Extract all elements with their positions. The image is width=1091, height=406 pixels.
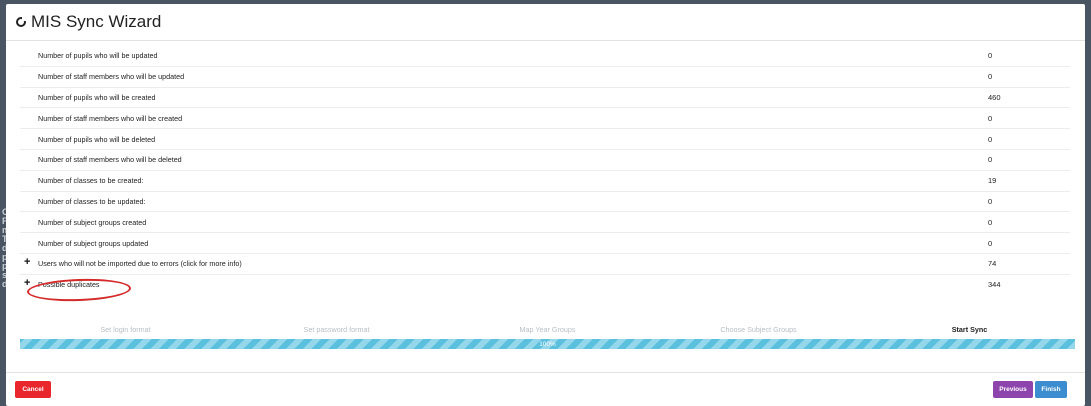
wizard-step: Choose Subject Groups	[720, 325, 797, 334]
stat-label-text: Number of staff members who will be upda…	[38, 72, 185, 82]
cancel-button[interactable]: Cancel	[15, 381, 51, 398]
progress-fill: 100%	[20, 339, 1075, 349]
sync-circle-icon	[16, 16, 27, 27]
stat-value: 0	[988, 50, 993, 60]
stat-row: Number of classes to be created: 19	[20, 169, 1070, 191]
stat-value: 0	[988, 134, 993, 144]
stat-row: Number of staff members who will be dele…	[20, 148, 1070, 170]
expand-plus-icon[interactable]: +	[24, 256, 30, 268]
stat-row: Number of pupils who will be created 460	[20, 86, 1070, 108]
stat-label: Number of staff members who will be crea…	[20, 114, 970, 123]
stat-label-text: Number of pupils who will be updated	[38, 50, 158, 60]
stat-value: 0	[988, 155, 993, 165]
wizard-step: Set login format	[100, 325, 151, 334]
stat-label: Number of pupils who will be deleted	[20, 135, 970, 144]
stat-label-text: Number of staff members who will be dele…	[38, 155, 182, 165]
stat-label-text: Number of subject groups updated	[38, 238, 149, 248]
stat-row: Number of classes to be updated: 0	[20, 190, 1070, 212]
stat-label-text: Number of pupils who will be created	[38, 92, 156, 102]
wizard-step: Start Sync	[951, 325, 988, 334]
stat-row: Number of subject groups created 0	[20, 211, 1070, 232]
stat-label: + Users who will not be imported due to e…	[20, 256, 970, 269]
stat-label-text: Number of pupils who will be deleted	[38, 134, 156, 144]
stat-value: 19	[988, 176, 997, 186]
stat-value: 74	[988, 259, 997, 269]
sync-summary-list: Number of pupils who will be updated 0 Num…	[20, 45, 1070, 295]
stat-row: Number of subject groups updated 0	[20, 232, 1070, 253]
stat-label: Number of staff members who will be upda…	[20, 72, 970, 81]
stat-value: 344	[988, 280, 1001, 290]
stat-label: + Possible duplicates	[20, 277, 970, 289]
stat-value: 460	[988, 92, 1001, 102]
stat-row: Number of staff members who will be crea…	[20, 107, 1070, 128]
modal-title: MIS Sync Wizard	[31, 12, 162, 31]
stat-label: Number of subject groups created	[20, 218, 970, 227]
stat-value: 0	[988, 72, 993, 82]
previous-button[interactable]: Previous	[993, 381, 1033, 398]
stat-label-text: Number of staff members who will be crea…	[38, 113, 183, 123]
wizard-step: Set password format	[303, 325, 370, 334]
stat-label-text: Number of classes to be updated:	[38, 196, 146, 206]
stat-label: Number of pupils who will be created	[20, 93, 970, 102]
finish-button[interactable]: Finish	[1035, 381, 1067, 398]
stat-row: Number of pupils who will be deleted 0	[20, 128, 1070, 149]
stat-value: 0	[988, 217, 993, 227]
stat-value: 0	[988, 196, 993, 206]
wizard-step: Map Year Groups	[519, 325, 576, 334]
stat-label: Number of staff members who will be dele…	[20, 155, 970, 164]
progress-label: 100%	[539, 340, 556, 348]
stat-label: Number of pupils who will be updated	[20, 51, 970, 60]
stat-label-text: Number of classes to be created:	[38, 176, 144, 186]
modal-footer: Cancel Previous Finish	[6, 372, 1085, 403]
modal-header: MIS Sync Wizard	[6, 4, 1085, 41]
stat-label: Number of subject groups updated	[20, 239, 970, 248]
stat-row: Number of staff members who will be upda…	[20, 65, 1070, 87]
stat-value: 0	[988, 113, 993, 123]
stat-label: Number of classes to be updated:	[20, 197, 970, 206]
stat-row: Number of pupils who will be updated 0	[20, 45, 1070, 66]
expandable-stat-row[interactable]: + Possible duplicates 344	[20, 273, 1070, 295]
stat-label: Number of classes to be created:	[20, 176, 970, 185]
expandable-stat-row[interactable]: + Users who will not be imported due to e…	[20, 252, 1070, 274]
stat-label-text: Number of subject groups created	[38, 217, 147, 227]
stat-label-text: Users who will not be imported due to er…	[38, 259, 242, 269]
stat-value: 0	[988, 238, 993, 248]
mis-sync-wizard-modal: MIS Sync Wizard Number of pupils who wil…	[6, 4, 1085, 406]
wizard-steps: Set login format Set password format Map Y…	[20, 325, 1075, 334]
progress-bar: 100%	[20, 339, 1075, 349]
